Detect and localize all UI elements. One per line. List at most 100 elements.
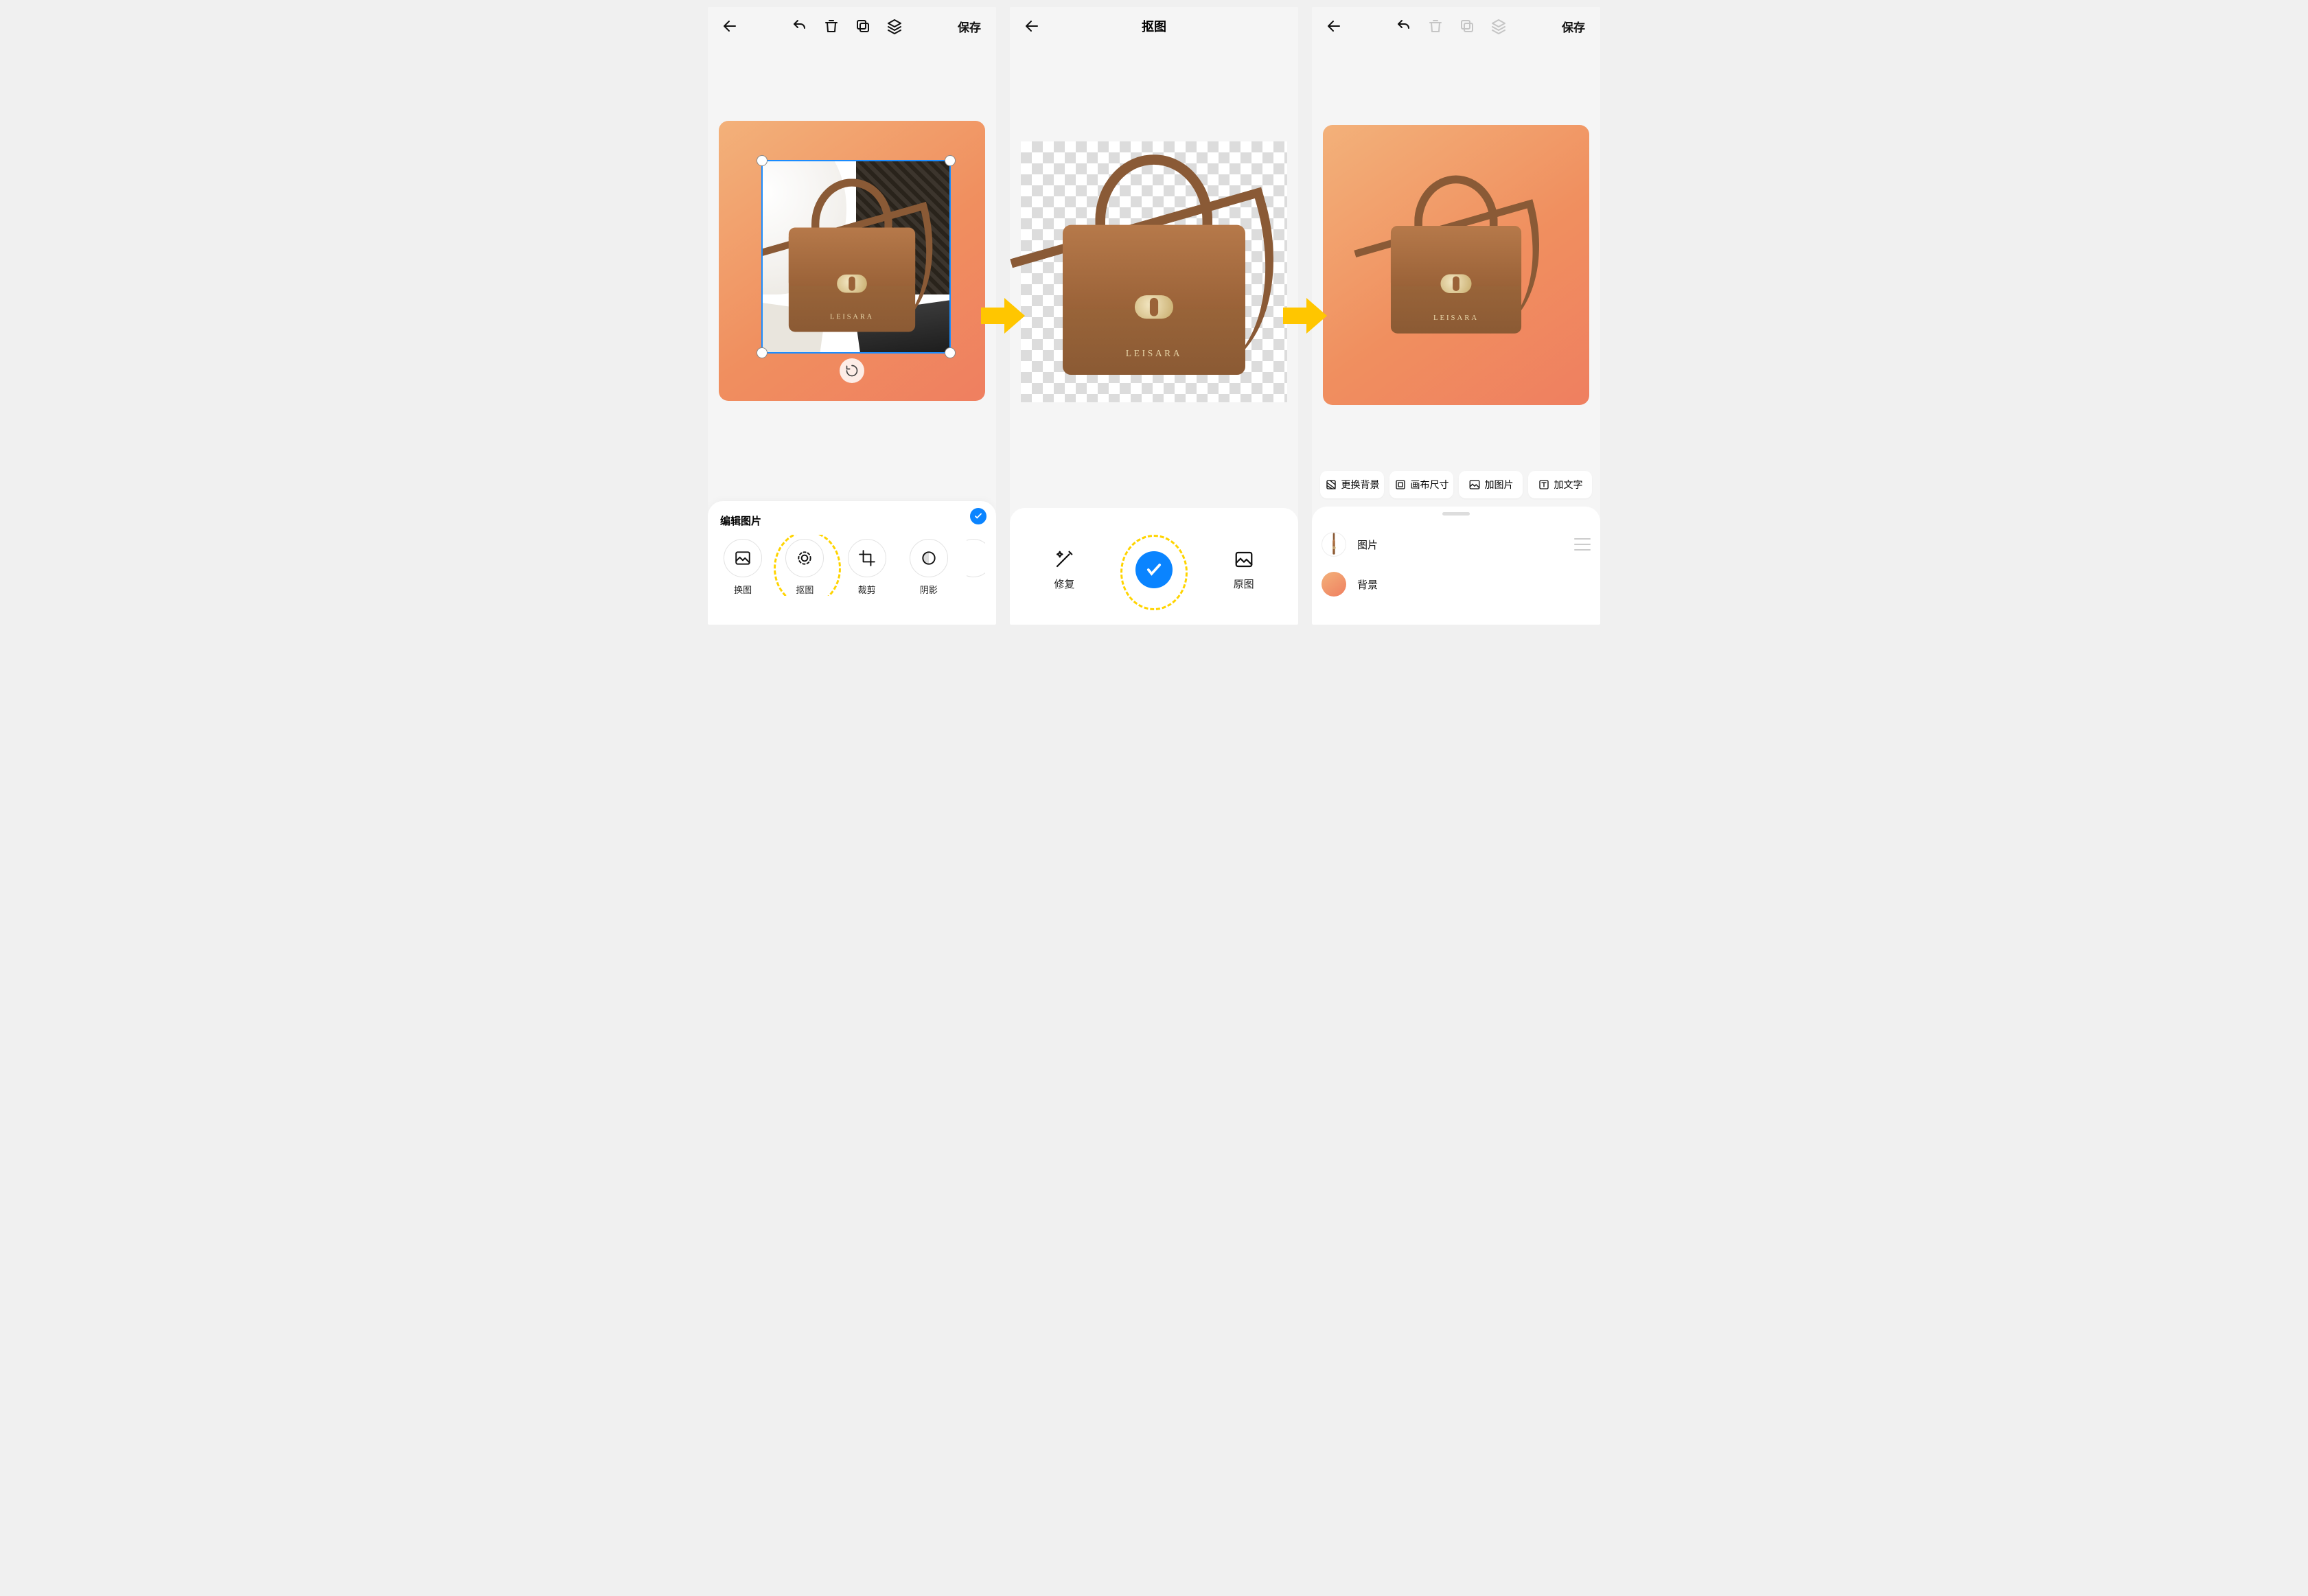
tool-crop[interactable]: 裁剪: [843, 539, 891, 596]
bottom-area: 更换背景 画布尺寸 加图片 加文字: [1312, 471, 1600, 625]
layers-button[interactable]: [881, 12, 908, 40]
chip-change-background[interactable]: 更换背景: [1320, 471, 1384, 498]
original-label: 原图: [1234, 577, 1254, 591]
undo-icon: [792, 18, 808, 34]
layer-thumb-background: [1322, 572, 1346, 597]
layer-image[interactable]: 图片: [1322, 524, 1591, 564]
arrow-left-icon: [1326, 18, 1342, 34]
layers-panel: 图片 背景: [1312, 507, 1600, 625]
layer-background[interactable]: 背景: [1322, 564, 1591, 604]
topbar: 抠图: [1010, 7, 1298, 45]
background-icon: [1325, 478, 1337, 491]
image-icon: [734, 549, 752, 567]
resize-handle-bl[interactable]: [757, 347, 768, 358]
placed-subject[interactable]: LEISARA: [1378, 175, 1533, 343]
check-icon: [1144, 560, 1164, 579]
trash-button[interactable]: [818, 12, 845, 40]
triptych: 保存 LEISARA: [708, 7, 1600, 625]
layer-reorder-handle[interactable]: [1574, 538, 1591, 551]
cutout-action-bar: 修复 原图: [1010, 508, 1298, 625]
trash-icon: [1427, 18, 1444, 34]
bag-brand-text: LEISARA: [1126, 349, 1182, 359]
canvas-card[interactable]: LEISARA: [1323, 125, 1589, 405]
resize-handle-tr[interactable]: [945, 155, 956, 166]
transparent-canvas[interactable]: LEISARA: [1021, 141, 1287, 402]
topbar: 保存: [1312, 7, 1600, 45]
undo-button[interactable]: [1390, 12, 1418, 40]
confirm-cutout-button[interactable]: [1135, 551, 1173, 588]
save-button[interactable]: 保存: [1555, 18, 1592, 35]
copy-icon: [855, 18, 871, 34]
canvas-card[interactable]: LEISARA: [719, 121, 985, 401]
image-icon: [1234, 549, 1254, 570]
copy-icon: [1459, 18, 1475, 34]
chip-label: 画布尺寸: [1411, 478, 1449, 491]
cutout-icon: [796, 549, 813, 567]
layers-button-disabled: [1485, 12, 1512, 40]
tool-label: 裁剪: [858, 583, 876, 596]
back-button[interactable]: [716, 12, 743, 40]
original-button[interactable]: 原图: [1234, 549, 1254, 591]
layer-name: 图片: [1357, 537, 1378, 552]
back-button[interactable]: [1320, 12, 1348, 40]
rotate-button[interactable]: [840, 358, 864, 383]
page-title: 抠图: [1010, 7, 1298, 45]
tool-cutout[interactable]: 抠图: [781, 539, 829, 596]
tool-swap-image[interactable]: 换图: [719, 539, 767, 596]
shadow-icon: [920, 549, 938, 567]
apply-check-button[interactable]: [970, 508, 986, 524]
screen-edit-image: 保存 LEISARA: [708, 7, 996, 625]
canvas-area: LEISARA: [1010, 45, 1298, 508]
chip-label: 加图片: [1485, 478, 1514, 491]
copy-button[interactable]: [849, 12, 877, 40]
tutorial-arrow-2: [1283, 295, 1327, 336]
undo-icon: [1396, 18, 1412, 34]
tool-next-partial[interactable]: [967, 539, 985, 596]
repair-button[interactable]: 修复: [1054, 549, 1074, 591]
chip-canvas-size[interactable]: 画布尺寸: [1389, 471, 1453, 498]
tool-shadow[interactable]: 阴影: [905, 539, 953, 596]
confirm-wrapper: [1135, 551, 1173, 588]
tool-label: 抠图: [796, 583, 813, 596]
topbar: 保存: [708, 7, 996, 45]
save-button[interactable]: 保存: [951, 18, 988, 35]
selection-frame[interactable]: LEISARA: [761, 160, 950, 354]
edit-tools-sheet: 编辑图片 换图 抠图 裁剪: [708, 501, 996, 625]
sheet-drag-handle[interactable]: [1442, 512, 1470, 516]
tool-row: 换图 抠图 裁剪 阴影: [716, 535, 988, 596]
layer-thumb-image: [1322, 532, 1346, 557]
canvas-area: LEISARA: [708, 45, 996, 501]
screen-result: 保存 LEISARA 更换背景: [1312, 7, 1600, 625]
trash-button-disabled: [1422, 12, 1449, 40]
canvas-size-icon: [1394, 478, 1407, 491]
bag-brand-text: LEISARA: [830, 313, 874, 321]
tutorial-arrow-1: [981, 295, 1025, 336]
bag-brand-text: LEISARA: [1433, 314, 1479, 322]
tool-label: 换图: [734, 583, 752, 596]
chip-add-text[interactable]: 加文字: [1528, 471, 1592, 498]
layers-icon: [1490, 18, 1507, 34]
layers-icon: [886, 18, 903, 34]
undo-button[interactable]: [786, 12, 813, 40]
check-icon: [973, 511, 983, 521]
add-image-icon: [1468, 478, 1481, 491]
rotate-icon: [845, 364, 859, 378]
add-text-icon: [1538, 478, 1550, 491]
layer-name: 背景: [1357, 577, 1378, 592]
back-button[interactable]: [1018, 12, 1046, 40]
screen-cutout: 抠图 LEISARA 修复: [1010, 7, 1298, 625]
chip-label: 更换背景: [1341, 478, 1380, 491]
cutout-subject[interactable]: LEISARA: [1045, 154, 1262, 389]
selected-photo: LEISARA: [763, 161, 949, 352]
sheet-title: 编辑图片: [716, 511, 988, 535]
canvas-area: LEISARA: [1312, 45, 1600, 471]
copy-button-disabled: [1453, 12, 1481, 40]
resize-handle-br[interactable]: [945, 347, 956, 358]
crop-icon: [858, 549, 876, 567]
chip-add-image[interactable]: 加图片: [1459, 471, 1523, 498]
trash-icon: [823, 18, 840, 34]
repair-label: 修复: [1054, 577, 1074, 591]
action-chip-row: 更换背景 画布尺寸 加图片 加文字: [1312, 471, 1600, 498]
wand-icon: [1054, 549, 1074, 570]
tool-label: 阴影: [920, 583, 938, 596]
